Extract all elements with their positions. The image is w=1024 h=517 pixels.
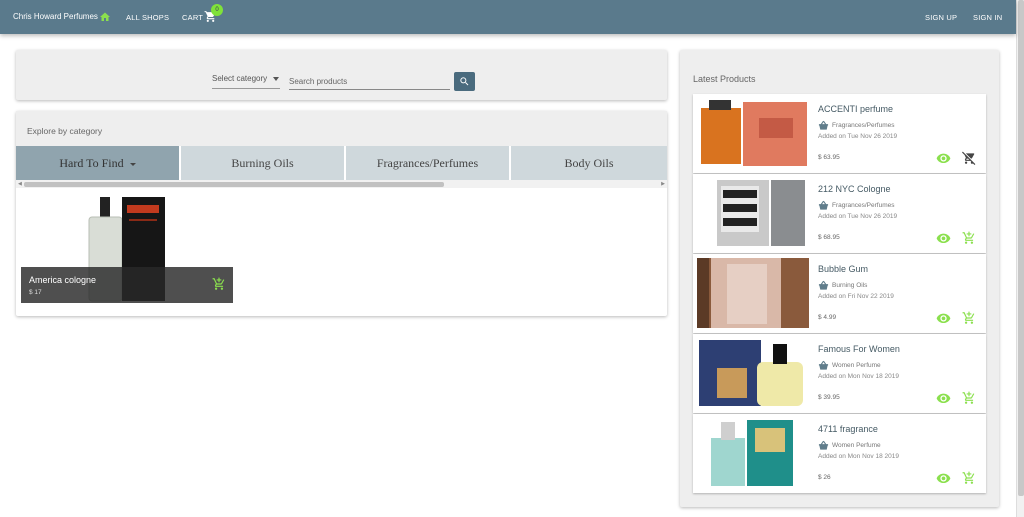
cart-link[interactable]: CART — [182, 13, 203, 22]
product-image — [697, 98, 809, 168]
basket-icon — [818, 280, 829, 290]
latest-product-item[interactable]: ACCENTI perfume Fragrances/Perfumes Adde… — [693, 94, 986, 173]
product-name[interactable]: 212 NYC Cologne — [818, 184, 891, 194]
page-scrollbar-thumb[interactable] — [1018, 0, 1024, 496]
product-name[interactable]: 4711 fragrance — [818, 424, 878, 434]
chevron-down-icon — [273, 77, 279, 81]
product-name[interactable]: ACCENTI perfume — [818, 104, 893, 114]
tab-label: Fragrances/Perfumes — [376, 156, 479, 170]
product-price: $ 68.95 — [818, 234, 840, 241]
view-icon[interactable] — [936, 472, 951, 484]
search-panel: Select category — [16, 50, 667, 100]
search-input[interactable] — [289, 73, 450, 90]
basket-icon — [818, 440, 829, 450]
featured-product-tile[interactable]: America cologne $ 17 — [21, 191, 233, 303]
add-to-cart-icon[interactable] — [212, 277, 226, 291]
view-icon[interactable] — [936, 392, 951, 404]
featured-product-price: $ 17 — [29, 289, 42, 296]
explore-header: Explore by category — [16, 111, 667, 146]
add-to-cart-icon[interactable] — [962, 391, 976, 405]
add-to-cart-icon[interactable] — [962, 471, 976, 485]
product-added-date: Added on Fri Nov 22 2019 — [818, 293, 894, 300]
tab-label: Burning Oils — [231, 156, 294, 170]
product-image — [697, 178, 809, 248]
latest-product-item[interactable]: 212 NYC Cologne Fragrances/Perfumes Adde… — [693, 174, 986, 253]
product-category: Fragrances/Perfumes — [832, 202, 895, 209]
remove-from-cart-icon[interactable] — [962, 151, 976, 165]
basket-icon — [818, 360, 829, 370]
cart-count-badge: 0 — [211, 4, 223, 16]
product-image — [697, 418, 809, 488]
app-bar: Chris Howard Perfumes ALL SHOPS CART 0 S… — [0, 0, 1016, 34]
product-added-date: Added on Mon Nov 18 2019 — [818, 373, 899, 380]
tab-body-oils[interactable]: Body Oils — [511, 146, 667, 180]
product-price: $ 4.99 — [818, 314, 837, 321]
featured-product-name: America cologne — [29, 275, 97, 285]
latest-products-panel: Latest Products ACCENTI perfume Fragranc… — [680, 50, 999, 507]
latest-product-item[interactable]: 4711 fragrance Women Perfume Added on Mo… — [693, 414, 986, 493]
featured-product-caption: America cologne $ 17 — [21, 267, 233, 303]
product-added-date: Added on Tue Nov 26 2019 — [818, 213, 898, 220]
product-added-date: Added on Mon Nov 18 2019 — [818, 453, 899, 460]
tab-label: Hard To Find — [59, 156, 124, 170]
add-to-cart-icon[interactable] — [962, 311, 976, 325]
tabs-scrollbar-thumb[interactable] — [24, 182, 444, 187]
latest-product-item[interactable]: Famous For Women Women Perfume Added on … — [693, 334, 986, 413]
category-select-label: Select category — [212, 74, 268, 83]
product-added-date: Added on Tue Nov 26 2019 — [818, 133, 898, 140]
scroll-left-icon[interactable]: ◀ — [18, 181, 22, 187]
explore-panel: Explore by category Hard To Find Burning… — [16, 111, 667, 316]
search-button[interactable] — [454, 72, 475, 91]
page-scrollbar[interactable] — [1016, 0, 1024, 517]
product-price: $ 39.95 — [818, 394, 840, 401]
home-icon[interactable] — [99, 11, 111, 23]
all-shops-link[interactable]: ALL SHOPS — [126, 13, 169, 22]
sign-in-link[interactable]: SIGN IN — [973, 13, 1002, 22]
chevron-down-icon — [129, 162, 136, 166]
product-category: Women Perfume — [832, 362, 881, 369]
scroll-right-icon[interactable]: ▶ — [661, 181, 665, 187]
brand-link[interactable]: Chris Howard Perfumes — [13, 12, 98, 21]
add-to-cart-icon[interactable] — [962, 231, 976, 245]
product-category: Fragrances/Perfumes — [832, 122, 895, 129]
product-price: $ 26 — [818, 474, 831, 481]
explore-title: Explore by category — [27, 126, 103, 136]
product-name[interactable]: Bubble Gum — [818, 264, 868, 274]
product-image — [697, 338, 809, 408]
latest-product-item[interactable]: Bubble Gum Burning Oils Added on Fri Nov… — [693, 254, 986, 333]
product-price: $ 63.95 — [818, 154, 840, 161]
tabs-scrollbar[interactable]: ◀ ▶ — [16, 180, 667, 188]
basket-icon — [818, 120, 829, 130]
view-icon[interactable] — [936, 152, 951, 164]
tab-label: Body Oils — [564, 156, 614, 170]
product-category: Burning Oils — [832, 282, 868, 289]
product-image — [697, 258, 809, 328]
category-tabs: Hard To Find Burning Oils Fragrances/Per… — [16, 146, 667, 180]
tab-hard-to-find[interactable]: Hard To Find — [16, 146, 179, 180]
search-icon — [460, 77, 469, 86]
basket-icon — [818, 200, 829, 210]
sign-up-link[interactable]: SIGN UP — [925, 13, 957, 22]
tab-fragrances-perfumes[interactable]: Fragrances/Perfumes — [346, 146, 509, 180]
view-icon[interactable] — [936, 312, 951, 324]
category-select[interactable]: Select category — [212, 74, 280, 89]
view-icon[interactable] — [936, 232, 951, 244]
product-name[interactable]: Famous For Women — [818, 344, 900, 354]
latest-products-title: Latest Products — [693, 74, 756, 84]
tab-burning-oils[interactable]: Burning Oils — [181, 146, 344, 180]
product-category: Women Perfume — [832, 442, 881, 449]
